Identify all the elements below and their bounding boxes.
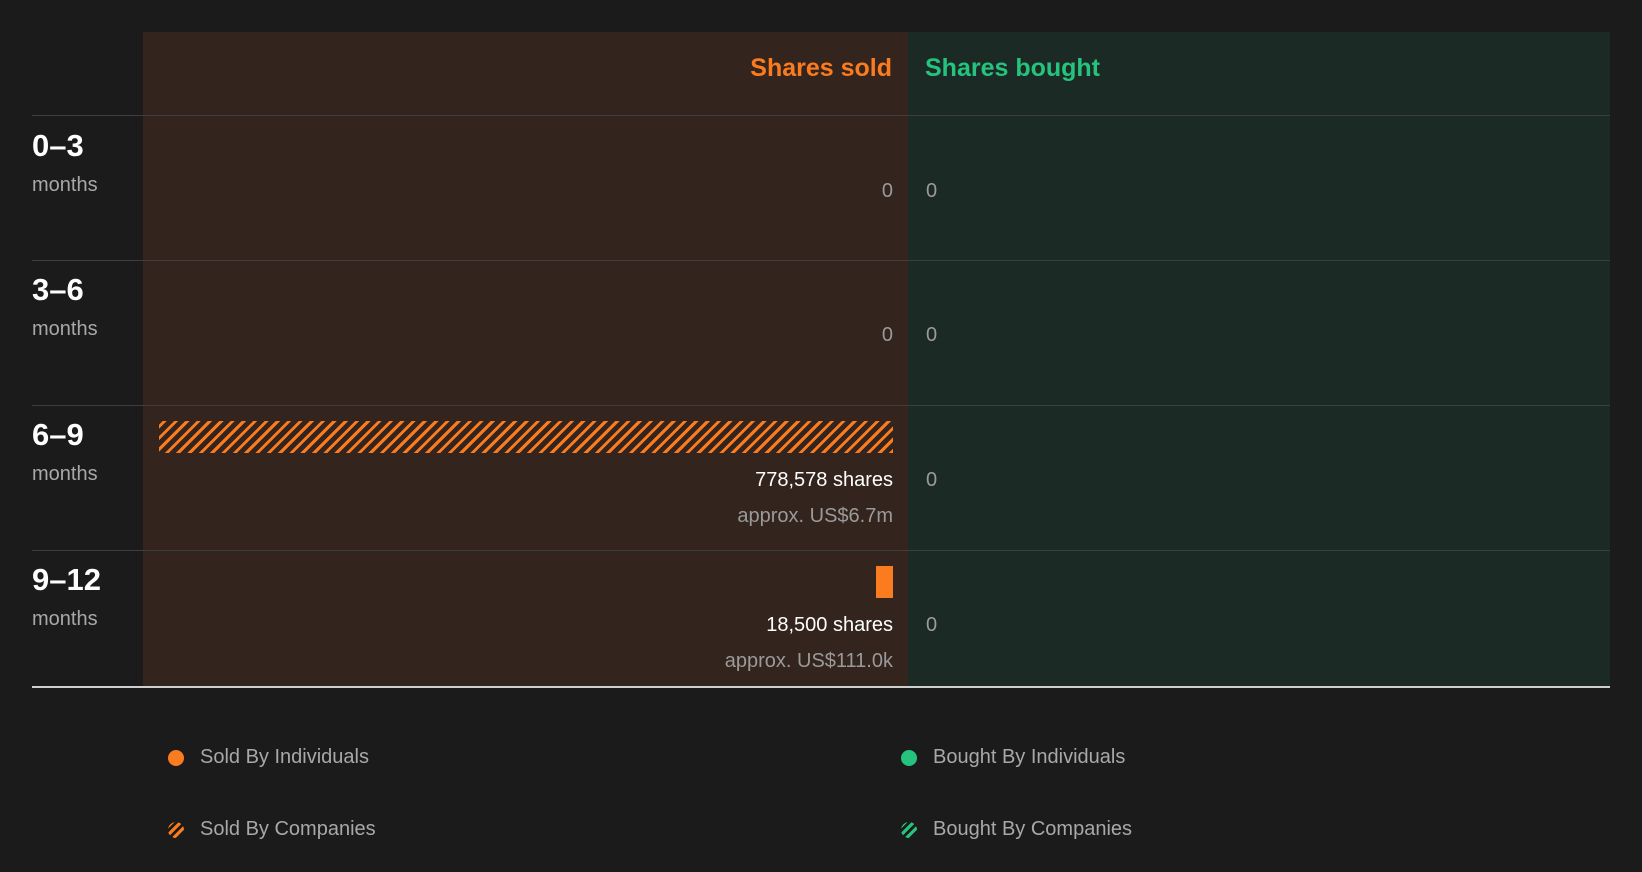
sold-by-individuals-bar [875,566,893,598]
period-unit: months [32,318,98,340]
legend-label: Bought By Individuals [933,746,1126,768]
period-label: 3–6 [32,272,84,307]
bought-companies-swatch-icon [901,822,917,838]
legend-label: Sold By Companies [200,818,376,840]
sold-by-companies-bar [159,421,893,453]
period-row-6-9: 6–9 months 778,578 shares approx. US$6.7… [0,405,1642,549]
period-label: 9–12 [32,562,101,597]
sold-bar-track [159,566,893,598]
period-row-3-6: 3–6 months 0 0 [0,260,1642,404]
sold-shares-label: 778,578 shares [755,469,893,491]
insider-trading-chart: Shares sold Shares bought 0–3 months 0 0… [0,0,1642,872]
shares-bought-header: Shares bought [925,54,1101,82]
sold-value: 0 [881,324,893,346]
period-unit: months [32,608,98,630]
sold-value: 0 [881,180,893,202]
period-unit: months [32,463,98,485]
legend-label: Sold By Individuals [200,746,369,768]
legend-label: Bought By Companies [933,818,1133,840]
period-unit: months [32,174,98,196]
bought-value: 0 [926,614,938,636]
sold-individuals-swatch-icon [168,750,184,766]
sold-value-approx: approx. US$111.0k [724,650,893,672]
chart-baseline [32,686,1610,688]
shares-sold-header: Shares sold [750,54,892,82]
period-row-0-3: 0–3 months 0 0 [0,116,1642,260]
period-label: 0–3 [32,128,84,163]
sold-shares-label: 18,500 shares [766,614,893,636]
sold-value-approx: approx. US$6.7m [737,505,893,527]
bought-value: 0 [926,180,938,202]
bought-individuals-swatch-icon [901,750,917,766]
sold-bar-track [159,421,893,453]
bought-value: 0 [926,324,938,346]
period-row-9-12: 9–12 months 18,500 shares approx. US$111… [0,550,1642,694]
sold-companies-swatch-icon [168,822,184,838]
bought-value: 0 [926,469,938,491]
period-label: 6–9 [32,417,84,452]
